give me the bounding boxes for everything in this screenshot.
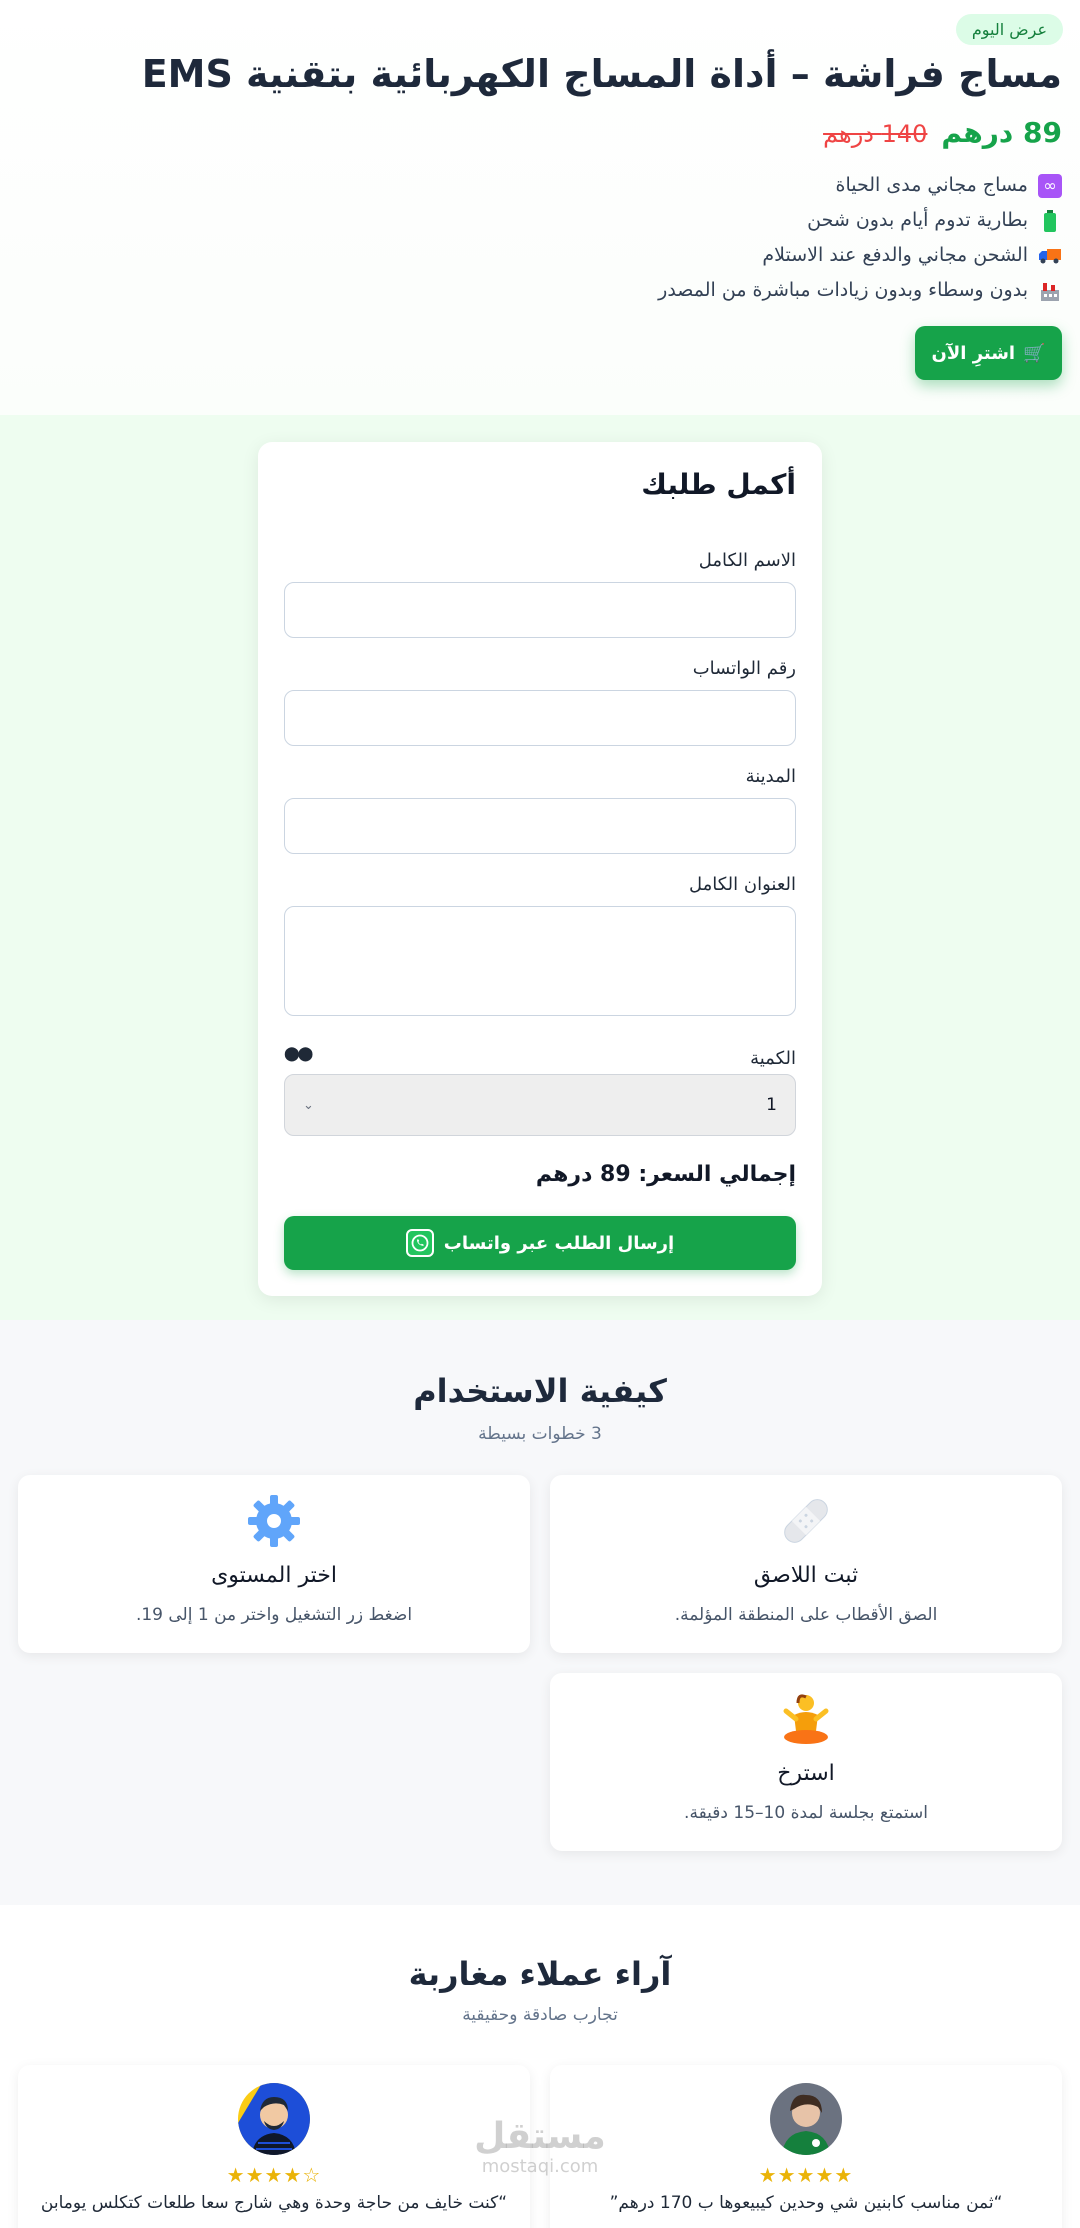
- reviews-subtitle: تجارب صادقة وحقيقية: [462, 2005, 618, 2025]
- quantity-label: الكمية: [750, 1048, 796, 1069]
- step-title: استرخ: [777, 1761, 835, 1786]
- feature-text: بدون وسطاء وبدون زيادات مباشرة من المصدر: [658, 279, 1028, 301]
- step-desc: استمتع بجلسة لمدة 10–15 دقيقة.: [684, 1803, 928, 1823]
- bandage-icon: [550, 1491, 1062, 1565]
- quantity-spinner-icon: ⬤⬤: [284, 1046, 313, 1062]
- gear-icon: [18, 1491, 530, 1565]
- step-desc: اضغط زر التشغيل واختر من 1 إلى 19.: [135, 1605, 413, 1625]
- avatar: [238, 2083, 310, 2155]
- reviews-section: آراء عملاء مغاربة تجارب صادقة وحقيقية ★★…: [0, 1905, 1080, 2228]
- feature-text: الشحن مجاني والدفع عند الاستلام: [762, 244, 1028, 266]
- feature-item: بطارية تدوم أيام بدون شحن: [658, 203, 1062, 238]
- watermark-english: mostaqi.com: [481, 2156, 599, 2177]
- form-title: أكمل طلبك: [641, 468, 796, 501]
- review-quote: “كنت خايف من حاجة وحدة وهي شارج سعا طلعا…: [40, 2193, 508, 2213]
- step-card: ثبت اللاصق الصق الأقطاب على المنطقة المؤ…: [550, 1475, 1062, 1653]
- watermark-logo: مستقل mostaqi.com: [470, 2117, 610, 2177]
- price-row: 89 درهم 140 درهم: [823, 116, 1062, 149]
- review-card: ☆★★★★ “كنت خايف من حاجة وحدة وهي شارج سع…: [18, 2065, 530, 2228]
- step-desc: الصق الأقطاب على المنطقة المؤلمة.: [674, 1605, 938, 1625]
- offer-badge: عرض اليوم: [955, 14, 1063, 45]
- feature-text: مساج مجاني مدى الحياة: [835, 174, 1029, 196]
- whatsapp-input[interactable]: [284, 690, 796, 746]
- feature-item: بدون وسطاء وبدون زيادات مباشرة من المصدر: [658, 273, 1062, 308]
- how-to-use-section: كيفية الاستخدام 3 خطوات بسيطة ثبت اللاصق…: [0, 1320, 1080, 1905]
- total-price: إجمالي السعر: 89 درهم: [535, 1162, 796, 1187]
- whatsapp-icon: [405, 1229, 434, 1257]
- whatsapp-submit-button[interactable]: إرسال الطلب عبر واتساب: [284, 1216, 796, 1270]
- quantity-select[interactable]: 1 ⌄: [284, 1074, 796, 1136]
- review-card: ★★★★★ “ثمن مناسب كابنين شي وحدين كيبيعوه…: [550, 2065, 1062, 2228]
- step-card: اختر المستوى اضغط زر التشغيل واختر من 1 …: [18, 1475, 530, 1653]
- how-title: كيفية الاستخدام: [413, 1372, 667, 1410]
- truck-icon: [1038, 244, 1062, 268]
- rating-stars: ★★★★★: [758, 2163, 854, 2187]
- quantity-value: 1: [766, 1095, 777, 1115]
- factory-icon: [1038, 279, 1062, 303]
- old-price: 140 درهم: [823, 120, 928, 148]
- address-textarea[interactable]: [284, 906, 796, 1016]
- meditation-icon: [550, 1689, 1062, 1763]
- infinity-icon: ∞: [1038, 173, 1062, 198]
- cart-icon: 🛒: [1023, 342, 1046, 364]
- step-title: اختر المستوى: [211, 1563, 337, 1588]
- chevron-down-icon: ⌄: [303, 1097, 314, 1113]
- address-label: العنوان الكامل: [688, 874, 796, 895]
- hero-section: عرض اليوم مساج فراشة – أداة المساج الكهر…: [0, 0, 1080, 415]
- new-price: 89 درهم: [941, 116, 1062, 149]
- reviews-title: آراء عملاء مغاربة: [408, 1955, 672, 1993]
- city-label: المدينة: [745, 766, 796, 787]
- product-title: مساج فراشة – أداة المساج الكهربائية بتقن…: [141, 52, 1062, 96]
- watermark-arabic: مستقل: [474, 2116, 606, 2157]
- submit-label: إرسال الطلب عبر واتساب: [443, 1232, 675, 1254]
- battery-icon: [1038, 209, 1062, 233]
- full-name-input[interactable]: [284, 582, 796, 638]
- feature-item: الشحن مجاني والدفع عند الاستلام: [658, 238, 1062, 273]
- feature-item: ∞ مساج مجاني مدى الحياة: [658, 168, 1062, 203]
- how-subtitle: 3 خطوات بسيطة: [478, 1424, 602, 1444]
- order-section: أكمل طلبك الاسم الكامل رقم الواتساب المد…: [0, 415, 1080, 1320]
- avatar: [770, 2083, 842, 2155]
- whatsapp-label: رقم الواتساب: [692, 658, 796, 679]
- rating-stars: ☆★★★★: [226, 2163, 322, 2187]
- feature-text: بطارية تدوم أيام بدون شحن: [807, 209, 1028, 231]
- feature-list: ∞ مساج مجاني مدى الحياة بطارية تدوم أيام…: [658, 168, 1062, 308]
- review-quote: “ثمن مناسب كابنين شي وحدين كيبيعوها ب 17…: [609, 2193, 1003, 2213]
- step-card: استرخ استمتع بجلسة لمدة 10–15 دقيقة.: [550, 1673, 1062, 1851]
- step-title: ثبت اللاصق: [753, 1563, 859, 1588]
- buy-now-button[interactable]: 🛒 اشترِ الآن: [915, 326, 1062, 380]
- buy-now-label: اشترِ الآن: [931, 342, 1016, 364]
- order-form: أكمل طلبك الاسم الكامل رقم الواتساب المد…: [258, 442, 822, 1296]
- name-label: الاسم الكامل: [698, 550, 796, 571]
- city-input[interactable]: [284, 798, 796, 854]
